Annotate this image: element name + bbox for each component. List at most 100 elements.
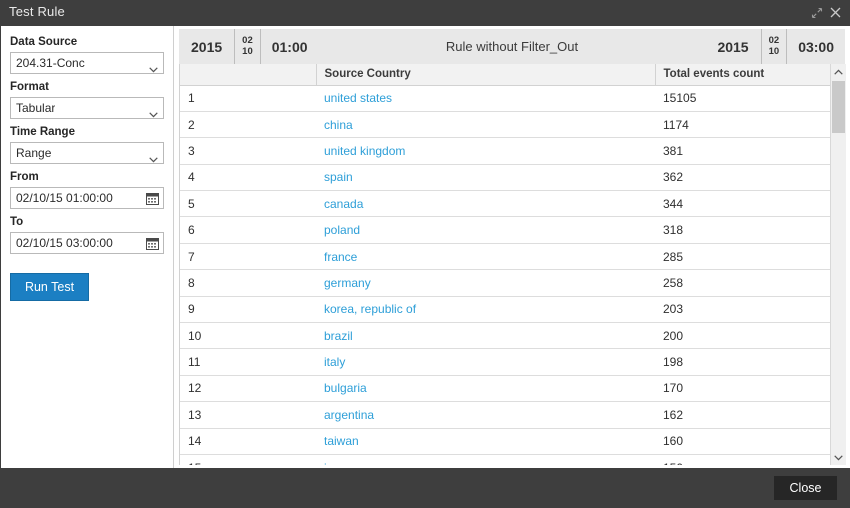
test-rule-form: Data Source 204.31-Conc Format Tabular T… bbox=[1, 26, 174, 468]
table-row[interactable]: 8germany258 bbox=[180, 270, 833, 296]
end-time-group: 2015 02 10 03:00 bbox=[705, 29, 845, 64]
format-select[interactable]: Tabular bbox=[10, 97, 164, 119]
results-panel: 2015 02 10 01:00 Rule without Filter_Out… bbox=[174, 26, 850, 468]
table-row[interactable]: 4 spain 362 bbox=[180, 164, 833, 190]
from-label: From bbox=[10, 170, 164, 184]
to-date-value: 02/10/15 03:00:00 bbox=[16, 236, 113, 251]
column-header-index[interactable] bbox=[180, 64, 316, 85]
time-range-label: Time Range bbox=[10, 125, 164, 139]
calendar-icon[interactable] bbox=[146, 237, 159, 255]
country-link[interactable]: united kingdom bbox=[324, 144, 405, 158]
row-index: 14 bbox=[180, 428, 316, 454]
country-link[interactable]: brazil bbox=[324, 329, 353, 343]
time-range-select[interactable]: Range bbox=[10, 142, 164, 164]
country-link[interactable]: korea, republic of bbox=[324, 302, 416, 316]
cell-total-events-count: 362 bbox=[655, 164, 833, 190]
country-link[interactable]: taiwan bbox=[324, 434, 359, 448]
data-source-select[interactable]: 204.31-Conc bbox=[10, 52, 164, 74]
table-row[interactable]: 15japan150 bbox=[180, 454, 833, 465]
row-index: 11 bbox=[180, 349, 316, 375]
chevron-down-icon bbox=[149, 60, 158, 78]
scrollbar-thumb[interactable] bbox=[832, 81, 845, 133]
close-icon[interactable] bbox=[827, 4, 844, 21]
row-index: 12 bbox=[180, 375, 316, 401]
time-range-value: Range bbox=[16, 146, 51, 161]
row-index: 4 bbox=[180, 164, 316, 190]
cell-source-country: italy bbox=[316, 349, 655, 375]
dialog-body: Data Source 204.31-Conc Format Tabular T… bbox=[0, 26, 850, 468]
table-scrollbar[interactable] bbox=[830, 64, 846, 465]
cell-total-events-count: 162 bbox=[655, 402, 833, 428]
cell-source-country: bulgaria bbox=[316, 375, 655, 401]
table-row[interactable]: 14taiwan160 bbox=[180, 428, 833, 454]
row-index: 5 bbox=[180, 191, 316, 217]
country-link[interactable]: italy bbox=[324, 355, 345, 369]
country-link[interactable]: france bbox=[324, 250, 357, 264]
country-link[interactable]: japan bbox=[324, 461, 353, 465]
cell-source-country: spain bbox=[316, 164, 655, 190]
table-row[interactable]: 7 france 285 bbox=[180, 243, 833, 269]
start-time: 01:00 bbox=[261, 29, 319, 64]
country-link[interactable]: spain bbox=[324, 170, 353, 184]
cell-total-events-count: 285 bbox=[655, 243, 833, 269]
table-row[interactable]: 1united states15105 bbox=[180, 85, 833, 111]
table-row[interactable]: 2china1174 bbox=[180, 111, 833, 137]
country-link[interactable]: bulgaria bbox=[324, 381, 367, 395]
calendar-icon[interactable] bbox=[146, 192, 159, 210]
titlebar: Test Rule bbox=[0, 0, 850, 26]
table-row[interactable]: 11 italy 198 bbox=[180, 349, 833, 375]
cell-total-events-count: 1174 bbox=[655, 111, 833, 137]
table-body: 1united states151052china11743united kin… bbox=[180, 85, 833, 465]
country-link[interactable]: argentina bbox=[324, 408, 374, 422]
row-index: 3 bbox=[180, 138, 316, 164]
to-date-input[interactable]: 02/10/15 03:00:00 bbox=[10, 232, 164, 254]
results-table-container: Source Country Total events count 1 unite… bbox=[179, 64, 845, 465]
row-index: 1 bbox=[180, 85, 316, 111]
row-index: 8 bbox=[180, 270, 316, 296]
cell-total-events-count: 318 bbox=[655, 217, 833, 243]
cell-source-country: argentina bbox=[316, 402, 655, 428]
table-row[interactable]: 6poland318 bbox=[180, 217, 833, 243]
end-time: 03:00 bbox=[787, 29, 845, 64]
cell-total-events-count: 200 bbox=[655, 323, 833, 349]
cell-total-events-count: 198 bbox=[655, 349, 833, 375]
scroll-down-icon[interactable] bbox=[831, 450, 846, 465]
cell-total-events-count: 170 bbox=[655, 375, 833, 401]
column-header-source-country[interactable]: Source Country bbox=[316, 64, 655, 85]
table-row[interactable]: 10 brazil 200 bbox=[180, 323, 833, 349]
country-link[interactable]: canada bbox=[324, 197, 363, 211]
row-index: 7 bbox=[180, 243, 316, 269]
maximize-icon[interactable] bbox=[808, 4, 825, 21]
format-value: Tabular bbox=[16, 101, 55, 116]
row-index: 13 bbox=[180, 402, 316, 428]
column-header-total-events-count[interactable]: Total events count bbox=[655, 64, 833, 85]
cell-source-country: united states bbox=[316, 85, 655, 111]
run-test-button[interactable]: Run Test bbox=[10, 273, 89, 301]
end-day: 10 bbox=[769, 47, 780, 58]
close-button[interactable]: Close bbox=[774, 476, 837, 500]
table-row[interactable]: 9korea, republic of203 bbox=[180, 296, 833, 322]
data-source-label: Data Source bbox=[10, 35, 164, 49]
cell-source-country: brazil bbox=[316, 323, 655, 349]
cell-source-country: poland bbox=[316, 217, 655, 243]
results-table: Source Country Total events count 1 unite… bbox=[180, 64, 833, 465]
country-link[interactable]: germany bbox=[324, 276, 371, 290]
cell-source-country: korea, republic of bbox=[316, 296, 655, 322]
country-link[interactable]: united states bbox=[324, 91, 392, 105]
scroll-up-icon[interactable] bbox=[831, 64, 846, 79]
country-link[interactable]: poland bbox=[324, 223, 360, 237]
table-row[interactable]: 5canada344 bbox=[180, 191, 833, 217]
table-row[interactable]: 12 bulgaria 170 bbox=[180, 375, 833, 401]
row-index: 10 bbox=[180, 323, 316, 349]
dialog-footer: Close bbox=[0, 468, 850, 508]
country-link[interactable]: china bbox=[324, 118, 353, 132]
start-month-day: 02 10 bbox=[234, 29, 261, 64]
table-row[interactable]: 3united kingdom381 bbox=[180, 138, 833, 164]
from-date-input[interactable]: 02/10/15 01:00:00 bbox=[10, 187, 164, 209]
from-date-value: 02/10/15 01:00:00 bbox=[16, 191, 113, 206]
table-row[interactable]: 13 argentina 162 bbox=[180, 402, 833, 428]
cell-source-country: germany bbox=[316, 270, 655, 296]
row-index: 9 bbox=[180, 296, 316, 322]
cell-source-country: canada bbox=[316, 191, 655, 217]
start-year: 2015 bbox=[179, 29, 234, 64]
